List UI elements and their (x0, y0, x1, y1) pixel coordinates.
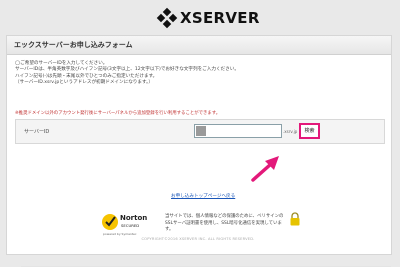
application-form-panel: エックスサーバーお申し込みフォーム ◯ご希望のサーバーIDを入力してください。 … (6, 35, 392, 267)
back-to-top-link[interactable]: お申し込みトップページへ戻る (171, 193, 235, 199)
page-header: XSERVER (0, 0, 400, 34)
server-id-row: サーバーID .xsrv.jp 検索 (15, 119, 385, 144)
panel-title: エックスサーバーお申し込みフォーム (14, 41, 133, 49)
norton-powered-by: powered by Symantec (103, 232, 137, 236)
server-id-input[interactable] (194, 124, 282, 138)
norton-title: Norton (120, 214, 148, 222)
server-id-label: サーバーID (24, 129, 50, 135)
norton-secured-text: SECURED (121, 223, 140, 228)
norton-secured-seal[interactable]: Norton SECURED powered by Symantec (101, 211, 148, 237)
xserver-logo-icon (156, 7, 178, 29)
lock-icon (290, 212, 300, 226)
ssl-description: 当サイトでは、個人情報などの保護のために、ベリサインのSSLサーバ証明書を使用し… (165, 214, 284, 232)
instructions: ◯ご希望のサーバーIDを入力してください。 サーバーIDは、半角英数字及びハイフ… (15, 61, 385, 87)
xserver-logo[interactable]: XSERVER (156, 7, 260, 29)
footer-copyright: COPYRIGHT©2016 XSERVER INC. ALL RIGHTS R… (141, 237, 255, 241)
input-cursor-block (196, 126, 206, 136)
panel-title-bar: エックスサーバーお申し込みフォーム (7, 36, 391, 55)
instruction-line: （サーバーID.xsrv.jpというアドレスが初期ドメインになります。） (15, 80, 154, 86)
search-button[interactable]: 検索 (299, 123, 320, 139)
server-id-label-cell: サーバーID (16, 120, 188, 143)
domain-suffix: .xsrv.jp (283, 129, 298, 134)
recommended-domain-note: ※推奨ドメイン以外のアカウント発行後にサーバーパネルから追加登録を行い利用するこ… (15, 111, 221, 116)
logo-text: XSERVER (180, 9, 260, 27)
pointer-arrow-icon (251, 156, 279, 182)
